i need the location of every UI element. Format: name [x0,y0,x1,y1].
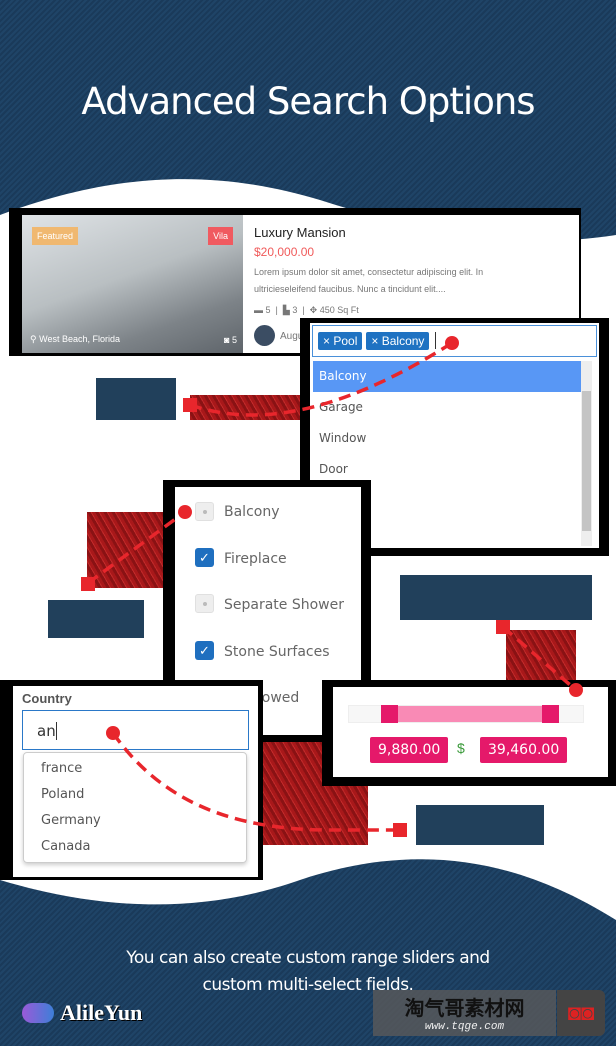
footer-line-1: You can also create custom range sliders… [126,948,490,968]
connector-dot [178,505,192,519]
connector-dot [445,336,459,350]
watermark: 淘气哥素材网 www.tqge.com [373,990,556,1036]
connector-line [189,341,453,417]
connector-end [183,398,197,412]
cloud-icon [22,1003,54,1023]
connector-lines [81,336,583,837]
glasses-icon: ◙◙ [557,990,605,1036]
logo-text: AlileYun [60,1000,143,1025]
connector-end [496,620,510,634]
connector-end [393,823,407,837]
watermark-text: 淘气哥素材网 [404,998,525,1020]
connector-line [501,625,578,692]
connector-end [81,577,95,591]
connector-line [86,510,187,585]
connector-dot [106,726,120,740]
connector-line [111,731,400,832]
watermark-url: www.tqge.com [424,1021,505,1033]
connector-dot [569,683,583,697]
logo: AlileYun [22,1000,142,1026]
